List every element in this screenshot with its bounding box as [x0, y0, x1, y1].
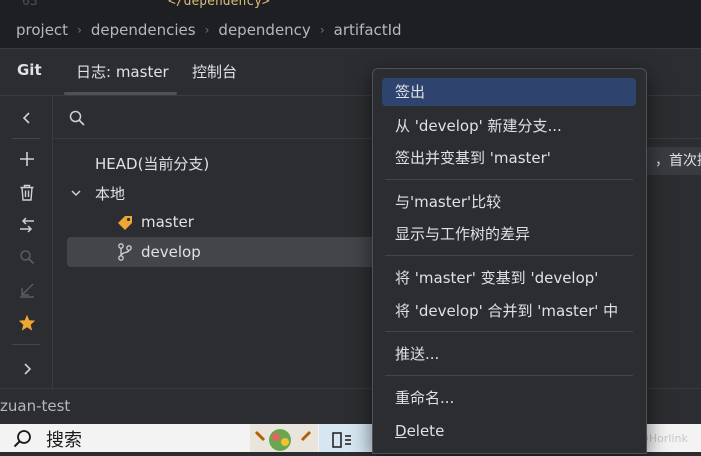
menu-item-compare[interactable]: 与'master'比较: [382, 188, 636, 216]
menu-item-show-diff[interactable]: 显示与工作树的差异: [382, 220, 636, 248]
breadcrumb-project[interactable]: project: [16, 21, 68, 39]
delete-label-rest: elete: [406, 422, 445, 440]
star-icon[interactable]: [14, 309, 40, 335]
menu-item-merge[interactable]: 将 'develop' 合并到 'master' 中: [382, 297, 636, 325]
chevron-right-icon: ›: [77, 23, 82, 37]
breadcrumb-dependency[interactable]: dependency: [218, 21, 310, 39]
menu-item-rebase[interactable]: 将 'master' 变基到 'develop': [382, 264, 636, 292]
taskbar-search-label[interactable]: 搜索: [46, 426, 82, 452]
menu-item-delete[interactable]: Delete: [382, 417, 636, 445]
menu-item-checkout-rebase[interactable]: 签出并变基到 'master': [382, 144, 636, 172]
menu-item-push[interactable]: 推送...: [382, 340, 636, 368]
menu-item-checkout[interactable]: 签出: [382, 78, 636, 106]
code-line: </dependency>: [168, 0, 270, 9]
branch-master[interactable]: master: [141, 213, 194, 231]
search-icon[interactable]: [13, 429, 33, 449]
menu-separator: [385, 331, 633, 332]
branches-toolbar: [0, 96, 53, 388]
line-number: 63: [22, 0, 38, 9]
tag-icon: [118, 216, 132, 230]
tree-local-group[interactable]: 本地: [95, 183, 125, 204]
search-icon: [69, 110, 85, 126]
search-icon[interactable]: [14, 244, 40, 270]
breadcrumb: project › dependencies › dependency › ar…: [0, 12, 701, 49]
tab-console[interactable]: 控制台: [192, 61, 237, 82]
collapse-left-icon[interactable]: [14, 105, 40, 131]
expand-right-icon[interactable]: [14, 356, 40, 382]
active-tab-indicator: [64, 92, 177, 95]
branch-icon: [118, 243, 132, 261]
delete-mnemonic: D: [395, 422, 407, 440]
add-icon[interactable]: [14, 146, 40, 172]
breadcrumb-dependencies[interactable]: dependencies: [91, 21, 196, 39]
chevron-right-icon: ›: [204, 23, 210, 37]
chevron-right-icon: ›: [319, 23, 325, 37]
menu-item-rename[interactable]: 重命名...: [382, 384, 636, 412]
tab-git-title: Git: [17, 61, 42, 79]
commit-message-snippet: ，首次提: [645, 147, 701, 175]
breadcrumb-artifactid[interactable]: artifactId: [334, 21, 402, 39]
task-view-icon: [332, 432, 351, 448]
selected-branch-highlight: [67, 237, 387, 267]
menu-separator: [385, 179, 633, 180]
project-name: zuan-test: [0, 397, 71, 415]
taskbar-task-view[interactable]: [319, 424, 372, 452]
update-arrow-icon[interactable]: [14, 277, 40, 303]
editor-code-strip: 63 </dependency>: [0, 0, 701, 12]
tab-log[interactable]: 日志: master: [76, 61, 169, 82]
trash-icon[interactable]: [14, 179, 40, 205]
menu-item-new-branch[interactable]: 从 'develop' 新建分支...: [382, 112, 636, 140]
branch-develop[interactable]: develop: [141, 243, 201, 261]
menu-separator: [385, 375, 633, 376]
taskbar-highlight-image: [250, 424, 318, 452]
tree-head[interactable]: HEAD(当前分支): [95, 153, 209, 174]
compare-arrows-icon[interactable]: [14, 212, 40, 238]
menu-separator: [385, 255, 633, 256]
chevron-down-icon[interactable]: [70, 187, 82, 199]
branch-context-menu: 签出 从 'develop' 新建分支... 签出并变基到 'master' 与…: [372, 68, 647, 454]
